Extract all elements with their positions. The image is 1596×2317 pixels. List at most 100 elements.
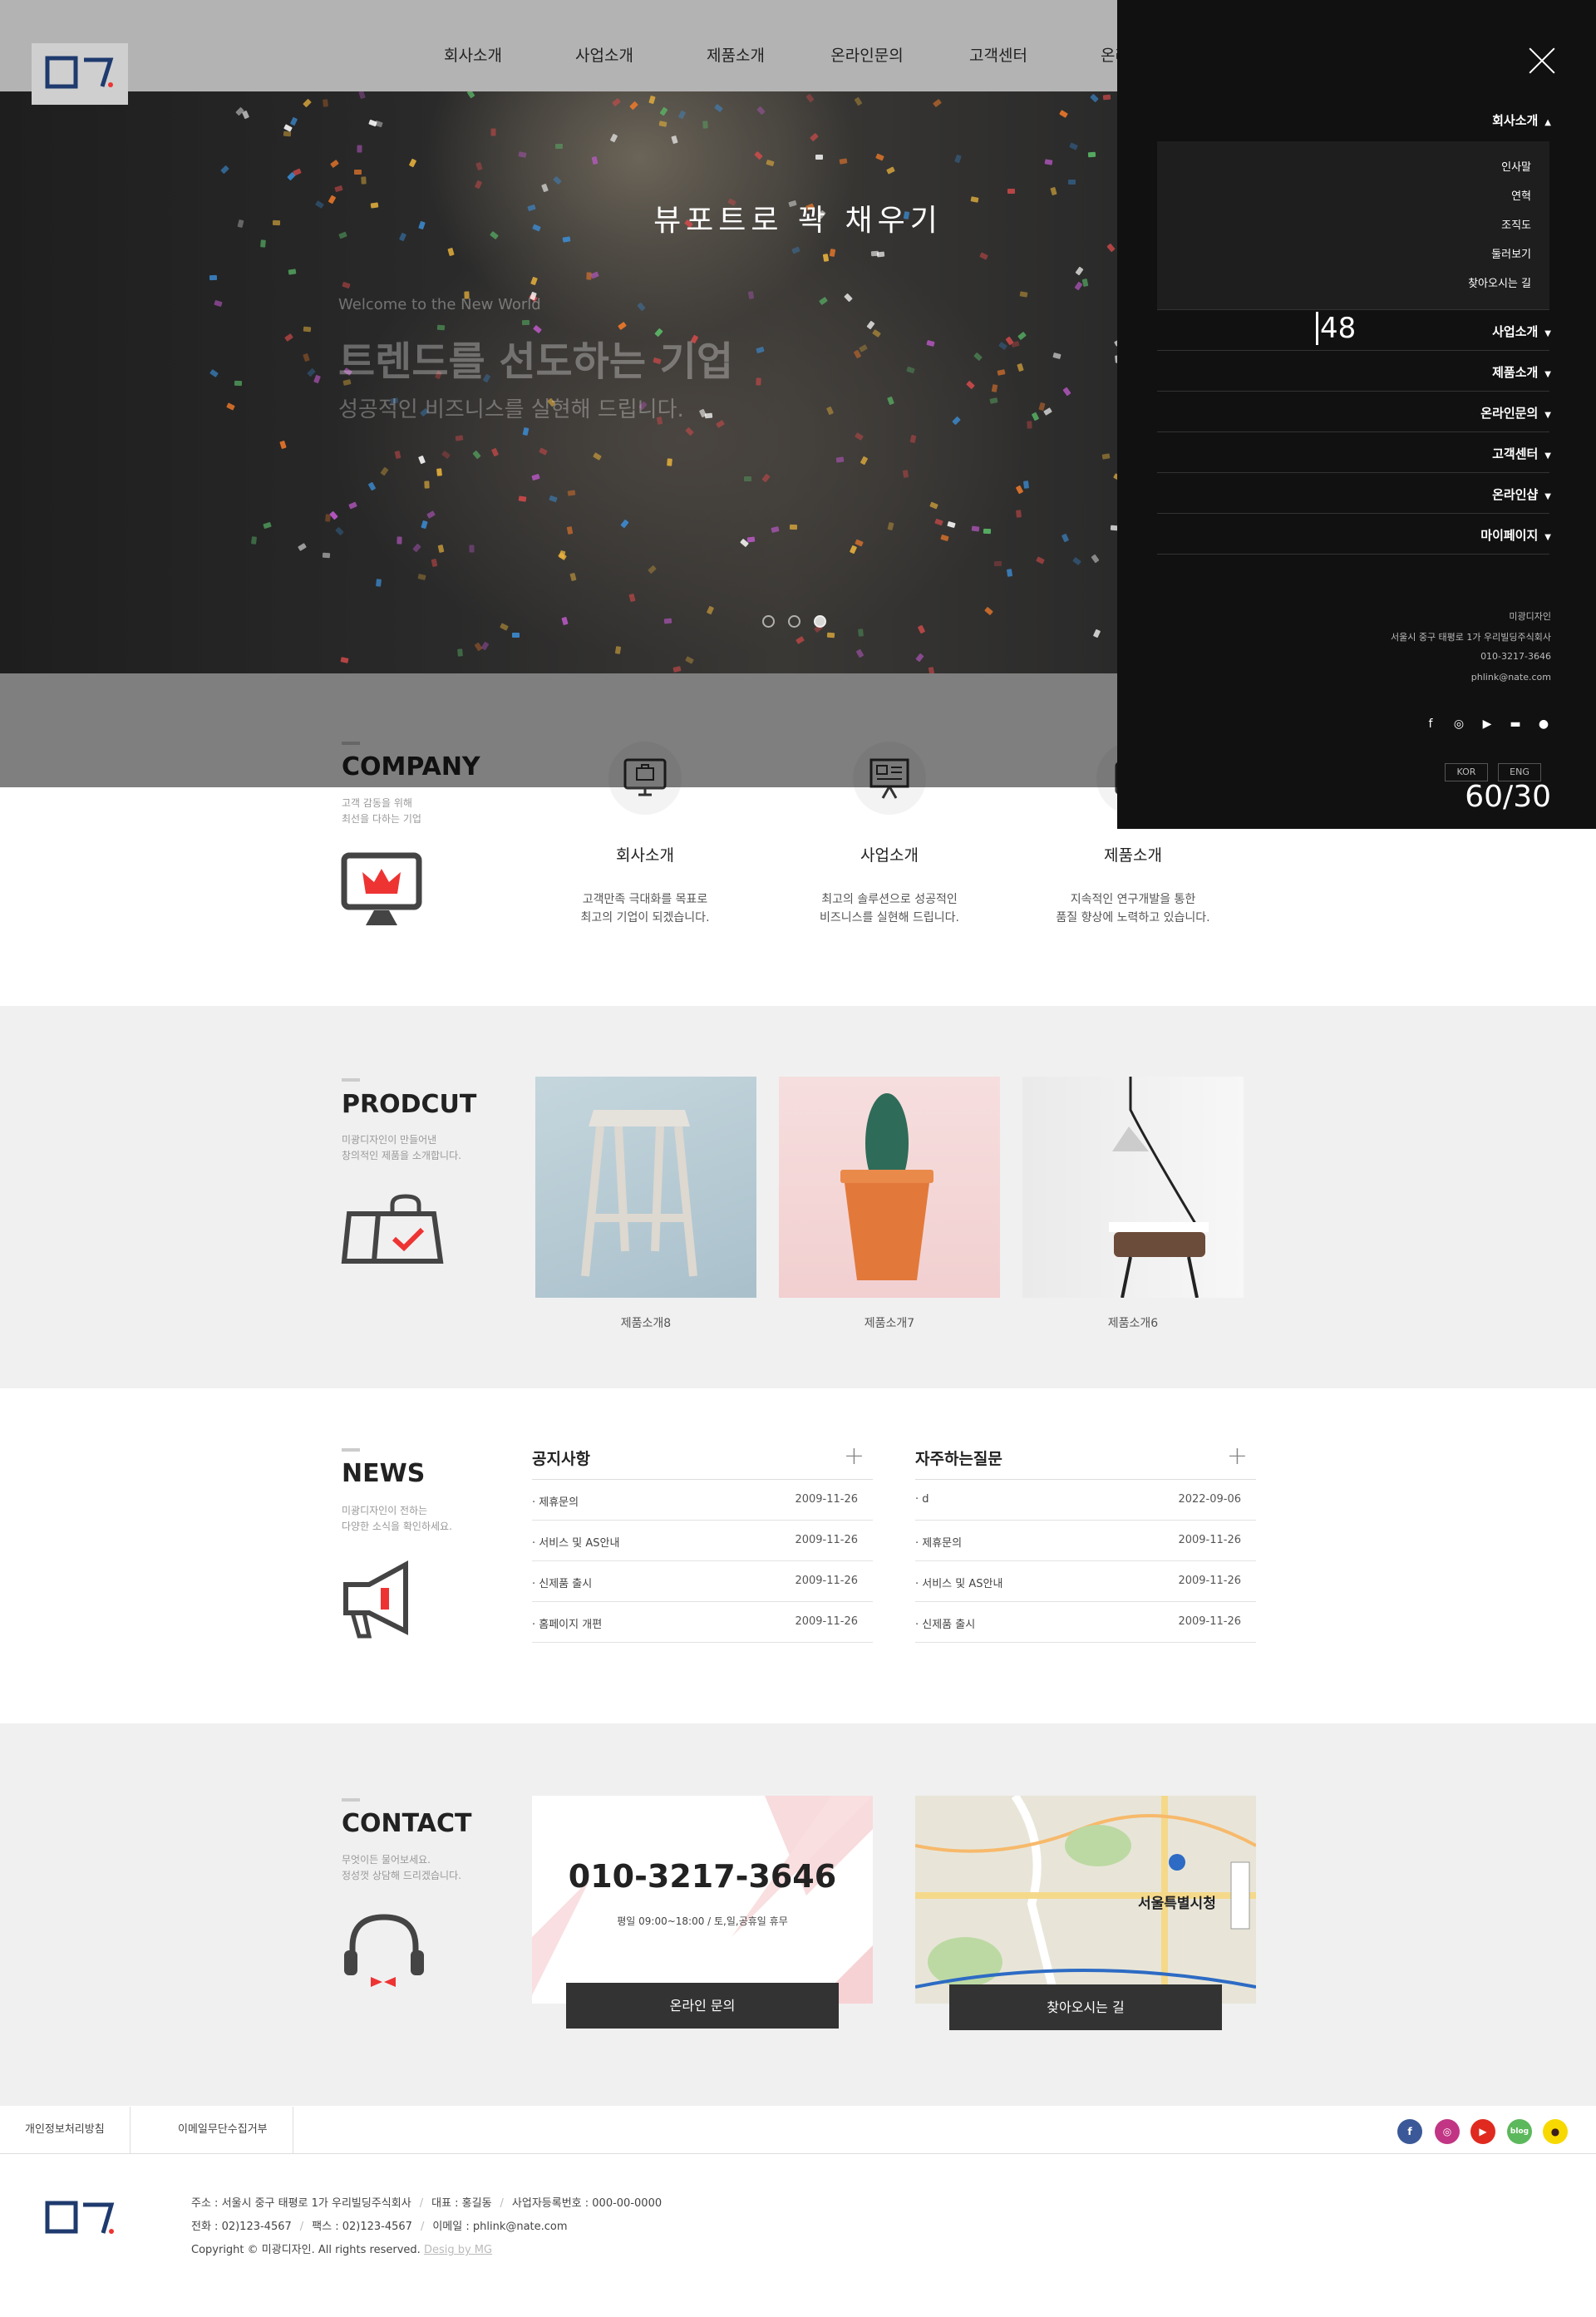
confetti-piece bbox=[431, 558, 438, 567]
list-item[interactable]: · 제휴문의 2009-11-26 bbox=[532, 1480, 873, 1521]
submenu-item[interactable]: 인사말 bbox=[1501, 158, 1531, 174]
online-inquiry-button[interactable]: 온라인 문의 bbox=[566, 1983, 839, 2029]
product-card[interactable]: 제품소개7 bbox=[779, 1077, 1000, 1331]
confetti-piece bbox=[839, 158, 848, 165]
slider-dot[interactable] bbox=[788, 615, 800, 628]
confetti-piece bbox=[374, 121, 383, 128]
slider-dot[interactable] bbox=[762, 615, 775, 628]
submenu-item[interactable]: 연혁 bbox=[1511, 187, 1531, 203]
cactus-image bbox=[779, 1077, 1000, 1298]
close-icon[interactable] bbox=[1528, 47, 1556, 75]
slider-dot-active[interactable] bbox=[814, 615, 826, 628]
lang-kor-button[interactable]: KOR bbox=[1445, 763, 1488, 781]
list-item[interactable]: · 신제품 출시 2009-11-26 bbox=[915, 1602, 1256, 1643]
blog-icon[interactable]: blog bbox=[1507, 2119, 1532, 2144]
design-credit-link[interactable]: Desig by MG bbox=[424, 2244, 492, 2256]
main-nav: 회사소개 사업소개 제품소개 온라인문의 고객센터 온라인샵 bbox=[407, 43, 1195, 66]
email-refusal-link[interactable]: 이메일무단수집거부 bbox=[153, 2107, 293, 2153]
footer-contact-line: 전화 : 02)123-4567/팩스 : 02)123-4567/이메일 : … bbox=[191, 2221, 568, 2233]
list-item[interactable]: · 서비스 및 AS안내 2009-11-26 bbox=[915, 1561, 1256, 1602]
panel-email: phlink@nate.com bbox=[1470, 672, 1551, 683]
confetti-piece bbox=[1026, 421, 1032, 429]
dim-overlay[interactable] bbox=[0, 673, 1117, 787]
confetti-piece bbox=[593, 451, 603, 461]
page-counter: 60/30 bbox=[1465, 780, 1551, 814]
kakao-icon[interactable]: ● bbox=[1543, 2119, 1568, 2144]
youtube-icon[interactable]: ▶ bbox=[1470, 2119, 1495, 2144]
privacy-policy-link[interactable]: 개인정보처리방침 bbox=[0, 2107, 131, 2153]
confetti-piece bbox=[329, 510, 339, 520]
nav-item[interactable]: 고객센터 bbox=[933, 43, 1064, 66]
submenu-item[interactable]: 조직도 bbox=[1501, 216, 1531, 232]
panel-menu-support[interactable]: 고객센터 ▼ bbox=[1492, 445, 1551, 462]
confetti-piece bbox=[766, 160, 775, 167]
youtube-icon[interactable]: ▶ bbox=[1480, 717, 1495, 732]
blog-icon[interactable]: ▬ bbox=[1508, 717, 1523, 732]
confetti-piece bbox=[843, 293, 853, 303]
card-title: 제품소개 bbox=[1104, 846, 1162, 865]
confetti-piece bbox=[983, 528, 992, 534]
confetti-piece bbox=[704, 413, 713, 419]
plus-icon[interactable]: + bbox=[844, 1442, 864, 1471]
list-item[interactable]: · 서비스 및 AS안내 2009-11-26 bbox=[532, 1521, 873, 1561]
card-desc: 고객만족 극대화를 목표로 최고의 기업이 되겠습니다. bbox=[580, 893, 710, 924]
confetti-piece bbox=[322, 552, 330, 559]
map-card[interactable]: 서울특별시청 bbox=[915, 1796, 1256, 2004]
confetti-piece bbox=[1090, 94, 1100, 103]
confetti-piece bbox=[1044, 159, 1053, 165]
facebook-icon[interactable]: f bbox=[1397, 2119, 1422, 2144]
list-item[interactable]: · 홈페이지 개편 2009-11-26 bbox=[532, 1602, 873, 1643]
confetti-piece bbox=[480, 641, 490, 651]
confetti-piece bbox=[260, 239, 267, 248]
plus-icon[interactable]: + bbox=[1227, 1442, 1248, 1471]
confetti-piece bbox=[367, 481, 377, 491]
panel-address: 서울시 중구 태평로 1가 우리빌딩주식회사 bbox=[1390, 632, 1551, 643]
panel-menu-shop[interactable]: 온라인샵 ▼ bbox=[1492, 486, 1551, 503]
confetti-piece bbox=[973, 352, 983, 361]
panel-menu-company[interactable]: 회사소개 ▲ bbox=[1492, 111, 1551, 129]
confetti-piece bbox=[906, 367, 915, 374]
panel-menu-mypage[interactable]: 마이페이지 ▼ bbox=[1480, 526, 1551, 544]
directions-button[interactable]: 찾아오시는 길 bbox=[949, 1984, 1222, 2030]
confetti-piece bbox=[952, 416, 962, 426]
confetti-piece bbox=[1101, 453, 1111, 460]
confetti-piece bbox=[825, 406, 835, 415]
panel-menu-business[interactable]: 사업소개 ▼ bbox=[1492, 323, 1551, 340]
instagram-icon[interactable]: ◎ bbox=[1451, 717, 1466, 732]
facebook-icon[interactable]: f bbox=[1423, 717, 1438, 732]
footer-copyright: Copyright © 미광디자인. All rights reserved. … bbox=[191, 2244, 493, 2256]
confetti-piece bbox=[1074, 281, 1083, 291]
list-item[interactable]: · 제휴문의 2009-11-26 bbox=[915, 1521, 1256, 1561]
panel-menu-product[interactable]: 제품소개 ▼ bbox=[1492, 363, 1551, 381]
panel-menu-inquiry[interactable]: 온라인문의 ▼ bbox=[1480, 404, 1551, 421]
confetti-piece bbox=[629, 101, 638, 111]
confetti-piece bbox=[795, 636, 805, 645]
instagram-icon[interactable]: ◎ bbox=[1435, 2119, 1460, 2144]
submenu-item[interactable]: 찾아오시는 길 bbox=[1468, 274, 1531, 290]
stool-image bbox=[535, 1077, 756, 1298]
caret-down-icon: ▼ bbox=[1544, 451, 1551, 461]
divider bbox=[1157, 554, 1549, 555]
list-item[interactable]: · 신제품 출시 2009-11-26 bbox=[532, 1561, 873, 1602]
product-card[interactable]: 제품소개6 bbox=[1022, 1077, 1244, 1331]
site-logo[interactable] bbox=[32, 43, 128, 105]
page-current: 60 bbox=[1465, 780, 1504, 814]
lang-eng-button[interactable]: ENG bbox=[1498, 763, 1541, 781]
submenu-item[interactable]: 둘러보기 bbox=[1491, 245, 1531, 261]
confetti-piece bbox=[989, 397, 998, 405]
confetti-piece bbox=[1062, 387, 1071, 397]
confetti-piece bbox=[214, 299, 223, 307]
nav-item[interactable]: 제품소개 bbox=[670, 43, 801, 66]
list-item[interactable]: · d 2022-09-06 bbox=[915, 1480, 1256, 1521]
product-card[interactable]: 제품소개8 bbox=[535, 1077, 756, 1331]
confetti-piece bbox=[714, 103, 723, 112]
confetti-piece bbox=[472, 450, 481, 459]
nav-item[interactable]: 온라인문의 bbox=[801, 43, 933, 66]
kakao-icon[interactable]: ● bbox=[1536, 717, 1551, 732]
nav-item[interactable]: 회사소개 bbox=[407, 43, 539, 66]
confetti-piece bbox=[441, 450, 451, 459]
hero-subtitle: 성공적인 비즈니스를 실현해 드립니다. bbox=[338, 397, 684, 422]
nav-item[interactable]: 사업소개 bbox=[539, 43, 670, 66]
contact-phone: 010-3217-3646 bbox=[568, 1858, 837, 1895]
confetti-piece bbox=[290, 116, 298, 126]
